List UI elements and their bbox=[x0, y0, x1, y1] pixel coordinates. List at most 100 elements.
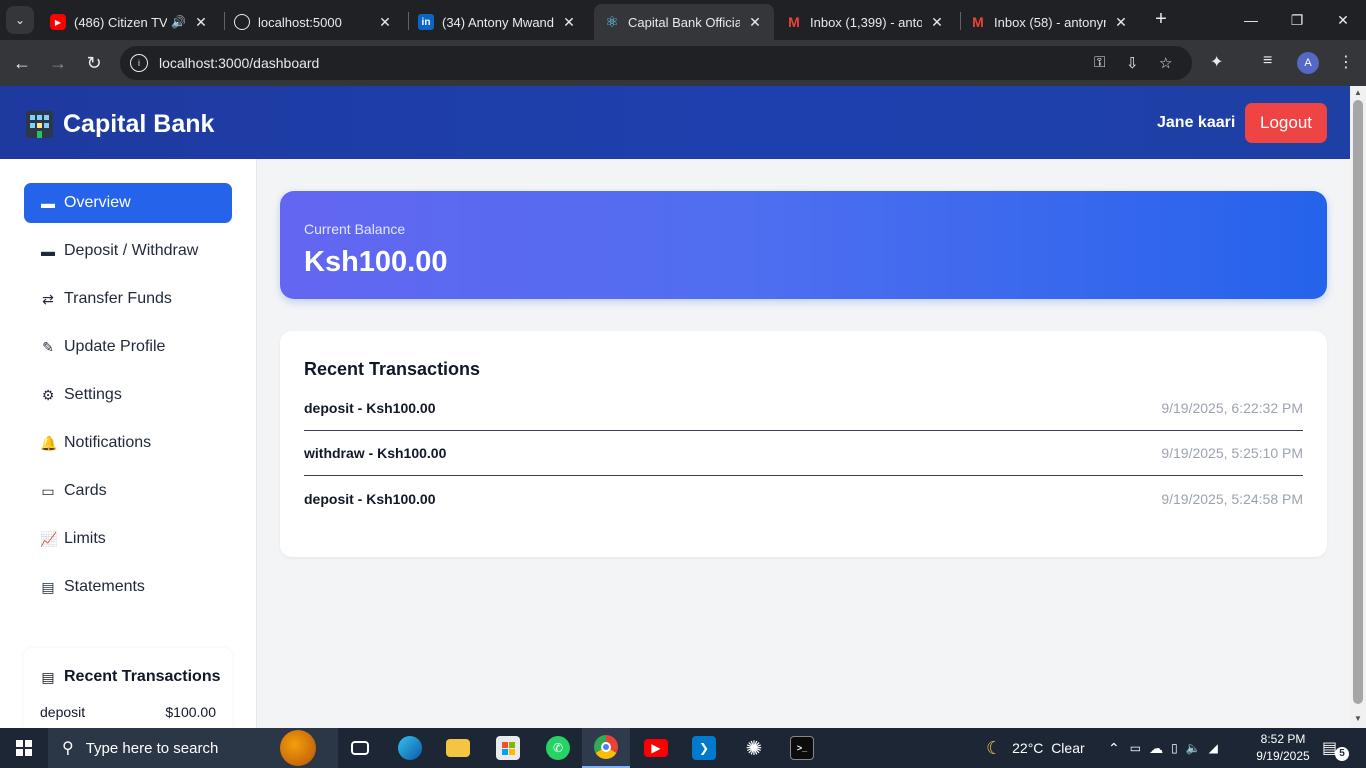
start-button[interactable] bbox=[0, 728, 48, 768]
taskbar-file-explorer[interactable] bbox=[434, 728, 482, 768]
search-highlight-icon[interactable] bbox=[280, 730, 316, 766]
task-view-button[interactable] bbox=[336, 728, 384, 768]
logout-button[interactable]: Logout bbox=[1245, 103, 1327, 143]
battery-icon[interactable]: ▯ bbox=[1171, 741, 1178, 755]
url-text[interactable]: localhost:3000/dashboard bbox=[159, 55, 319, 71]
sidebar-item-label: Settings bbox=[64, 386, 122, 403]
taskbar-chatgpt[interactable]: ✺ bbox=[730, 728, 778, 768]
back-button[interactable]: ← bbox=[8, 49, 36, 77]
profile-avatar[interactable]: A bbox=[1297, 52, 1319, 74]
chevron-up-icon[interactable]: ⌃ bbox=[1108, 740, 1120, 757]
sidebar-item-limits[interactable]: 📈 Limits bbox=[24, 519, 232, 559]
taskbar-youtube[interactable]: ▶ bbox=[632, 728, 680, 768]
close-icon[interactable]: ✕ bbox=[192, 14, 210, 31]
close-icon[interactable]: ✕ bbox=[560, 14, 578, 31]
meet-now-icon[interactable]: ▭ bbox=[1130, 741, 1141, 755]
user-edit-icon: ✎ bbox=[42, 338, 54, 355]
sidebar-item-update-profile[interactable]: ✎ Update Profile bbox=[24, 327, 232, 367]
tab-title: (34) Antony Mwandik bbox=[442, 14, 554, 30]
vscode-icon: ❯ bbox=[692, 736, 716, 760]
install-app-icon[interactable]: ⇩ bbox=[1126, 54, 1139, 72]
bookmark-star-icon[interactable]: ☆ bbox=[1159, 54, 1172, 72]
tab-title: localhost:5000 bbox=[258, 14, 342, 30]
sidebar-item-label: Notifications bbox=[64, 434, 152, 451]
minimize-button[interactable]: — bbox=[1228, 0, 1274, 40]
brand[interactable]: Capital Bank bbox=[26, 110, 214, 139]
taskbar-chrome[interactable] bbox=[582, 728, 630, 768]
taskbar-edge[interactable] bbox=[386, 728, 434, 768]
sidebar-item-settings[interactable]: ⚙ Settings bbox=[24, 375, 232, 415]
clock-time: 8:52 PM bbox=[1260, 732, 1306, 746]
browser-tab[interactable]: in (34) Antony Mwandik ✕ bbox=[408, 4, 588, 40]
notification-count-badge: 5 bbox=[1335, 747, 1349, 761]
windows-logo-icon bbox=[16, 740, 32, 756]
speaker-icon[interactable]: 🔊 bbox=[171, 15, 186, 29]
folder-icon bbox=[446, 739, 470, 757]
browser-tab[interactable]: M Inbox (1,399) - anton ✕ bbox=[776, 4, 956, 40]
browser-tab-active[interactable]: ⚛ Capital Bank Official ✕ bbox=[594, 4, 774, 40]
weather-widget[interactable]: ☾ 22°C Clear bbox=[986, 728, 1085, 768]
new-tab-button[interactable]: + bbox=[1150, 8, 1172, 30]
wallet-icon: ▬ bbox=[41, 243, 55, 259]
browser-tab-strip: ⌄ ▶ (486) Citizen TV L 🔊 ✕ localhost:500… bbox=[0, 0, 1366, 40]
taskbar-store[interactable] bbox=[484, 728, 532, 768]
window-close-button[interactable]: ✕ bbox=[1320, 0, 1366, 40]
youtube-icon: ▶ bbox=[644, 739, 668, 757]
sidebar-item-cards[interactable]: ▭ Cards bbox=[24, 471, 232, 511]
taskbar-search-placeholder: Type here to search bbox=[85, 739, 219, 757]
taskbar-whatsapp[interactable]: ✆ bbox=[534, 728, 582, 768]
onedrive-cloud-icon[interactable]: ☁ bbox=[1149, 740, 1163, 757]
close-icon[interactable]: ✕ bbox=[1112, 14, 1130, 31]
password-key-icon[interactable]: ⚿ bbox=[1094, 54, 1105, 71]
reload-button[interactable]: ↻ bbox=[80, 49, 108, 77]
browser-toolbar: ← → ↻ i localhost:3000/dashboard ⚿ ⇩ ☆ ✦… bbox=[0, 40, 1366, 86]
sidebar-item-label: Limits bbox=[64, 530, 106, 547]
browser-tab[interactable]: M Inbox (58) - antonym ✕ bbox=[960, 4, 1140, 40]
sidebar-item-label: Deposit / Withdraw bbox=[64, 242, 199, 259]
site-info-icon[interactable]: i bbox=[130, 54, 148, 72]
sidebar-item-deposit-withdraw[interactable]: ▬ Deposit / Withdraw bbox=[24, 231, 232, 271]
close-icon[interactable]: ✕ bbox=[746, 14, 764, 31]
scroll-up-arrow-icon[interactable]: ▲ bbox=[1354, 88, 1362, 97]
moon-icon: ☾ bbox=[986, 737, 1003, 758]
close-icon[interactable]: ✕ bbox=[376, 14, 394, 31]
more-menu-icon[interactable]: ⋮ bbox=[1338, 52, 1354, 72]
document-icon: ▤ bbox=[41, 668, 55, 685]
weather-text: 22°C Clear bbox=[1012, 740, 1085, 756]
linkedin-icon: in bbox=[418, 14, 434, 30]
network-icon[interactable]: ◢ bbox=[1209, 741, 1218, 755]
notification-center-button[interactable]: ▤ 5 bbox=[1322, 738, 1349, 761]
forward-button[interactable]: → bbox=[44, 49, 72, 77]
scrollbar-thumb[interactable] bbox=[1353, 100, 1363, 704]
scroll-down-arrow-icon[interactable]: ▼ bbox=[1354, 714, 1362, 723]
globe-icon bbox=[234, 14, 250, 30]
extensions-icon[interactable]: ✦ bbox=[1210, 52, 1223, 72]
sidebar-item-transfer-funds[interactable]: ⇄ Transfer Funds bbox=[24, 279, 232, 319]
sidebar-item-label: Cards bbox=[64, 482, 107, 499]
sidebar-item-statements[interactable]: ▤ Statements bbox=[24, 567, 232, 607]
bank-building-icon bbox=[26, 111, 53, 138]
page-scrollbar[interactable]: ▲ ▼ bbox=[1350, 86, 1366, 728]
taskbar-terminal[interactable]: >_ bbox=[778, 728, 826, 768]
task-view-icon bbox=[351, 741, 369, 755]
sidebar-item-overview[interactable]: ▬ Overview bbox=[24, 183, 232, 223]
address-bar[interactable]: i localhost:3000/dashboard ⚿ ⇩ ☆ bbox=[120, 46, 1192, 80]
tab-title: (486) Citizen TV L bbox=[74, 14, 168, 30]
restore-button[interactable]: ❐ bbox=[1274, 0, 1320, 40]
clock-date: 9/19/2025 bbox=[1256, 749, 1310, 763]
transaction-timestamp: 9/19/2025, 6:22:32 PM bbox=[1161, 400, 1303, 416]
taskbar-clock[interactable]: 8:52 PM 9/19/2025 bbox=[1250, 731, 1316, 765]
sidebar-recent-title: ▤ Recent Transactions bbox=[40, 668, 220, 686]
taskbar-vscode[interactable]: ❯ bbox=[680, 728, 728, 768]
store-icon bbox=[496, 736, 520, 760]
user-name: Jane kaari bbox=[1157, 114, 1236, 131]
sidebar-recent-transactions: ▤ Recent Transactions deposit $100.00 bbox=[24, 648, 232, 728]
browser-tab[interactable]: ▶ (486) Citizen TV L 🔊 ✕ bbox=[40, 4, 220, 40]
media-control-icon[interactable]: ≡ bbox=[1263, 52, 1272, 70]
tab-search-button[interactable]: ⌄ bbox=[6, 6, 34, 34]
close-icon[interactable]: ✕ bbox=[928, 14, 946, 31]
volume-icon[interactable]: 🔈 bbox=[1186, 741, 1201, 755]
whatsapp-icon: ✆ bbox=[546, 736, 570, 760]
sidebar-item-notifications[interactable]: 🔔 Notifications bbox=[24, 423, 232, 463]
browser-tab[interactable]: localhost:5000 ✕ bbox=[224, 4, 404, 40]
